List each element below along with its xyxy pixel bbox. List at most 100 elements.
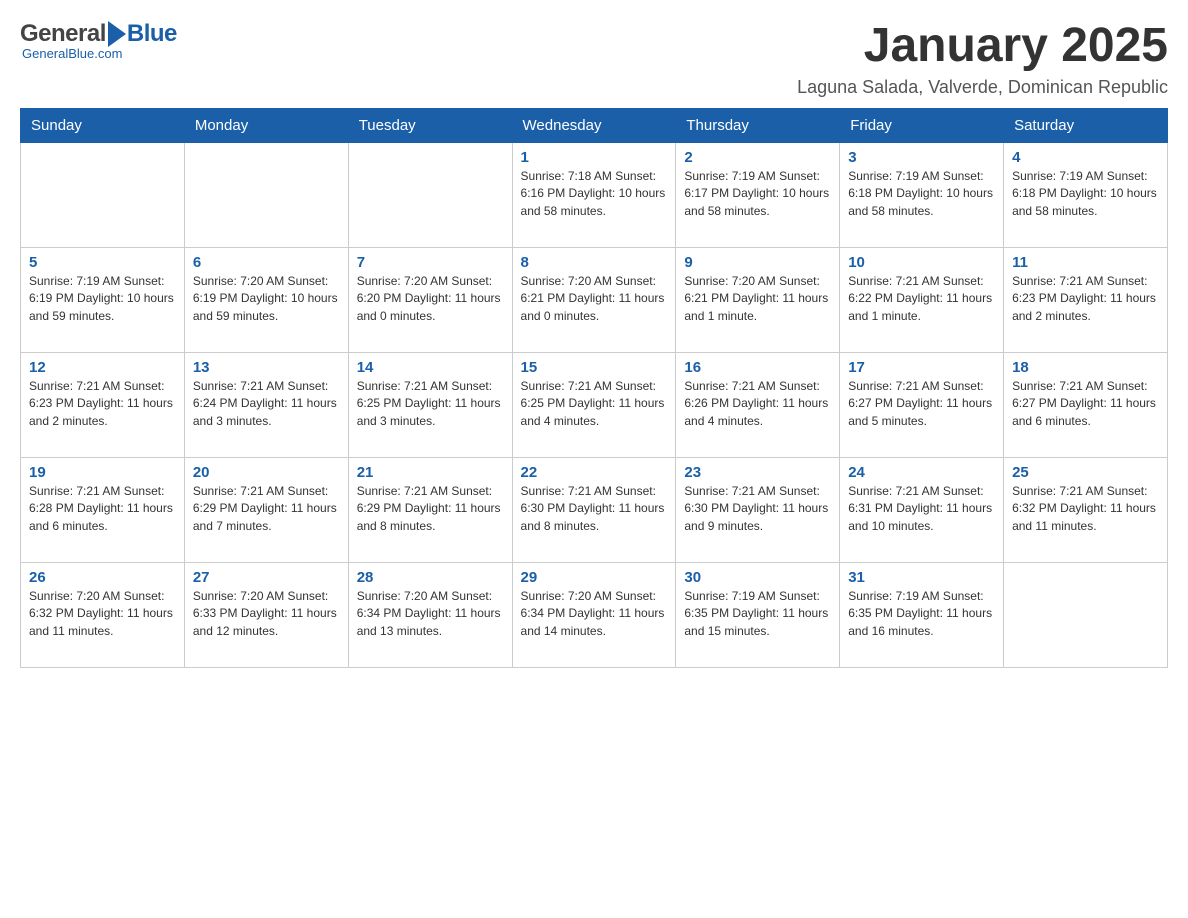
day-number: 24: [848, 464, 995, 481]
day-number: 5: [29, 254, 176, 271]
calendar-cell: 15 Sunrise: 7:21 AM Sunset: 6:25 PM Dayli…: [512, 352, 676, 457]
day-number: 31: [848, 569, 995, 586]
day-info: Sunrise: 7:21 AM Sunset: 6:22 PM Dayligh…: [848, 273, 995, 325]
calendar-cell: 7Sunrise: 7:20 AM Sunset: 6:20 PM Daylig…: [348, 247, 512, 352]
day-info: Sunrise: 7:19 AM Sunset: 6:18 PM Dayligh…: [848, 168, 995, 220]
day-number: 4: [1012, 149, 1159, 166]
calendar-cell: 28 Sunrise: 7:20 AM Sunset: 6:34 PM Dayli…: [348, 562, 512, 667]
day-number: 30: [684, 569, 831, 586]
day-info: Sunrise: 7:20 AM Sunset: 6:19 PM Dayligh…: [193, 273, 340, 325]
day-number: 6: [193, 254, 340, 271]
day-number: 18: [1012, 359, 1159, 376]
weekday-header-saturday: Saturday: [1004, 108, 1168, 142]
day-info: Sunrise: 7:19 AM Sunset: 6:19 PM Dayligh…: [29, 273, 176, 325]
calendar-cell: [184, 142, 348, 247]
weekday-header-sunday: Sunday: [21, 108, 185, 142]
day-info: Sunrise: 7:20 AM Sunset: 6:20 PM Dayligh…: [357, 273, 504, 325]
day-number: 23: [684, 464, 831, 481]
calendar-cell: 4 Sunrise: 7:19 AM Sunset: 6:18 PM Daylig…: [1004, 142, 1168, 247]
day-info: Sunrise: 7:21 AM Sunset: 6:27 PM Dayligh…: [848, 378, 995, 430]
day-info: Sunrise: 7:21 AM Sunset: 6:25 PM Dayligh…: [521, 378, 668, 430]
day-info: Sunrise: 7:19 AM Sunset: 6:18 PM Dayligh…: [1012, 168, 1159, 220]
day-info: Sunrise: 7:21 AM Sunset: 6:29 PM Dayligh…: [193, 483, 340, 535]
calendar-cell: 12Sunrise: 7:21 AM Sunset: 6:23 PM Dayli…: [21, 352, 185, 457]
day-number: 11: [1012, 254, 1159, 271]
calendar-cell: 26 Sunrise: 7:20 AM Sunset: 6:32 PM Dayli…: [21, 562, 185, 667]
weekday-header-thursday: Thursday: [676, 108, 840, 142]
calendar-cell: 9 Sunrise: 7:20 AM Sunset: 6:21 PM Daylig…: [676, 247, 840, 352]
logo-tagline: GeneralBlue.com: [22, 46, 122, 61]
day-number: 25: [1012, 464, 1159, 481]
calendar-cell: 24Sunrise: 7:21 AM Sunset: 6:31 PM Dayli…: [840, 457, 1004, 562]
calendar-cell: 21 Sunrise: 7:21 AM Sunset: 6:29 PM Dayli…: [348, 457, 512, 562]
day-number: 2: [684, 149, 831, 166]
day-number: 8: [521, 254, 668, 271]
day-number: 12: [29, 359, 176, 376]
calendar-cell: 3 Sunrise: 7:19 AM Sunset: 6:18 PM Daylig…: [840, 142, 1004, 247]
calendar-week-1: 1 Sunrise: 7:18 AM Sunset: 6:16 PM Daylig…: [21, 142, 1168, 247]
day-number: 9: [684, 254, 831, 271]
logo: General Blue GeneralBlue.com: [20, 20, 177, 61]
calendar-cell: 10 Sunrise: 7:21 AM Sunset: 6:22 PM Dayli…: [840, 247, 1004, 352]
subtitle: Laguna Salada, Valverde, Dominican Repub…: [797, 77, 1168, 98]
day-info: Sunrise: 7:21 AM Sunset: 6:29 PM Dayligh…: [357, 483, 504, 535]
day-number: 3: [848, 149, 995, 166]
calendar-table: SundayMondayTuesdayWednesdayThursdayFrid…: [20, 108, 1168, 668]
title-section: January 2025 Laguna Salada, Valverde, Do…: [797, 20, 1168, 98]
day-number: 14: [357, 359, 504, 376]
day-info: Sunrise: 7:20 AM Sunset: 6:34 PM Dayligh…: [357, 588, 504, 640]
day-number: 10: [848, 254, 995, 271]
day-number: 21: [357, 464, 504, 481]
day-number: 20: [193, 464, 340, 481]
logo-general-text: General: [20, 20, 106, 48]
calendar-week-4: 19Sunrise: 7:21 AM Sunset: 6:28 PM Dayli…: [21, 457, 1168, 562]
day-number: 29: [521, 569, 668, 586]
calendar-cell: 27 Sunrise: 7:20 AM Sunset: 6:33 PM Dayli…: [184, 562, 348, 667]
day-info: Sunrise: 7:19 AM Sunset: 6:17 PM Dayligh…: [684, 168, 831, 220]
day-info: Sunrise: 7:18 AM Sunset: 6:16 PM Dayligh…: [521, 168, 668, 220]
day-info: Sunrise: 7:20 AM Sunset: 6:32 PM Dayligh…: [29, 588, 176, 640]
calendar-cell: 23Sunrise: 7:21 AM Sunset: 6:30 PM Dayli…: [676, 457, 840, 562]
calendar-cell: 5 Sunrise: 7:19 AM Sunset: 6:19 PM Daylig…: [21, 247, 185, 352]
calendar-cell: 6 Sunrise: 7:20 AM Sunset: 6:19 PM Daylig…: [184, 247, 348, 352]
day-number: 28: [357, 569, 504, 586]
weekday-header-row: SundayMondayTuesdayWednesdayThursdayFrid…: [21, 108, 1168, 142]
logo-triangle-icon: [108, 21, 126, 47]
calendar-cell: 13Sunrise: 7:21 AM Sunset: 6:24 PM Dayli…: [184, 352, 348, 457]
day-number: 16: [684, 359, 831, 376]
calendar-cell: 19Sunrise: 7:21 AM Sunset: 6:28 PM Dayli…: [21, 457, 185, 562]
calendar-cell: 18Sunrise: 7:21 AM Sunset: 6:27 PM Dayli…: [1004, 352, 1168, 457]
calendar-cell: 29 Sunrise: 7:20 AM Sunset: 6:34 PM Dayli…: [512, 562, 676, 667]
day-number: 17: [848, 359, 995, 376]
day-info: Sunrise: 7:20 AM Sunset: 6:33 PM Dayligh…: [193, 588, 340, 640]
calendar-cell: 17 Sunrise: 7:21 AM Sunset: 6:27 PM Dayli…: [840, 352, 1004, 457]
calendar-cell: 20 Sunrise: 7:21 AM Sunset: 6:29 PM Dayli…: [184, 457, 348, 562]
calendar-cell: [348, 142, 512, 247]
calendar-week-2: 5 Sunrise: 7:19 AM Sunset: 6:19 PM Daylig…: [21, 247, 1168, 352]
day-info: Sunrise: 7:21 AM Sunset: 6:30 PM Dayligh…: [521, 483, 668, 535]
weekday-header-friday: Friday: [840, 108, 1004, 142]
page-header: General Blue GeneralBlue.com January 202…: [20, 20, 1168, 98]
calendar-week-3: 12Sunrise: 7:21 AM Sunset: 6:23 PM Dayli…: [21, 352, 1168, 457]
day-info: Sunrise: 7:20 AM Sunset: 6:21 PM Dayligh…: [684, 273, 831, 325]
calendar-cell: [1004, 562, 1168, 667]
day-number: 13: [193, 359, 340, 376]
day-number: 1: [521, 149, 668, 166]
calendar-cell: 31Sunrise: 7:19 AM Sunset: 6:35 PM Dayli…: [840, 562, 1004, 667]
day-info: Sunrise: 7:21 AM Sunset: 6:32 PM Dayligh…: [1012, 483, 1159, 535]
day-number: 15: [521, 359, 668, 376]
logo-blue-text: Blue: [127, 20, 177, 48]
day-info: Sunrise: 7:20 AM Sunset: 6:34 PM Dayligh…: [521, 588, 668, 640]
day-info: Sunrise: 7:21 AM Sunset: 6:25 PM Dayligh…: [357, 378, 504, 430]
day-info: Sunrise: 7:19 AM Sunset: 6:35 PM Dayligh…: [684, 588, 831, 640]
day-number: 27: [193, 569, 340, 586]
weekday-header-monday: Monday: [184, 108, 348, 142]
calendar-cell: 1 Sunrise: 7:18 AM Sunset: 6:16 PM Daylig…: [512, 142, 676, 247]
day-number: 22: [521, 464, 668, 481]
calendar-cell: 25 Sunrise: 7:21 AM Sunset: 6:32 PM Dayli…: [1004, 457, 1168, 562]
day-info: Sunrise: 7:21 AM Sunset: 6:28 PM Dayligh…: [29, 483, 176, 535]
calendar-cell: 22 Sunrise: 7:21 AM Sunset: 6:30 PM Dayli…: [512, 457, 676, 562]
weekday-header-wednesday: Wednesday: [512, 108, 676, 142]
day-number: 26: [29, 569, 176, 586]
day-info: Sunrise: 7:21 AM Sunset: 6:23 PM Dayligh…: [1012, 273, 1159, 325]
